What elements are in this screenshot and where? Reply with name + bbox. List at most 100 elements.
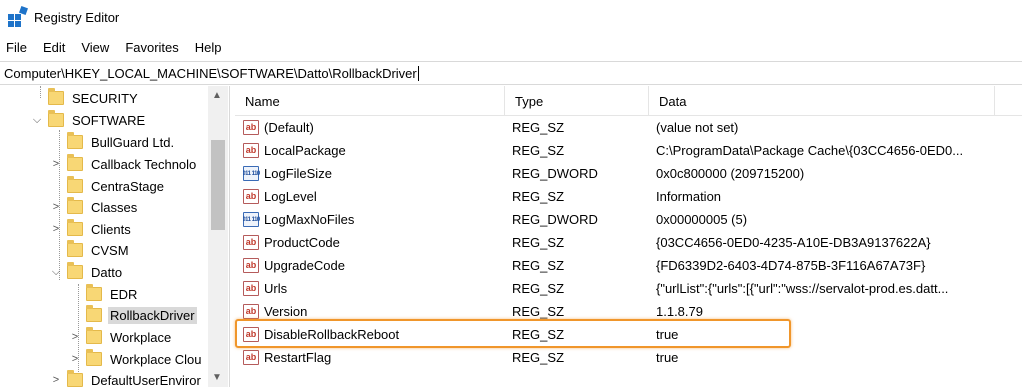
- value-name: LogLevel: [264, 189, 317, 204]
- binary-value-icon: 011 110: [243, 166, 260, 181]
- cell-type: REG_DWORD: [512, 212, 598, 227]
- tree-item-security[interactable]: SECURITY: [30, 87, 140, 109]
- folder-icon: [67, 132, 83, 149]
- table-row[interactable]: 011 110 LogFileSize REG_DWORD 0x0c800000 (2…: [235, 162, 1022, 185]
- tree-item-datto[interactable]: ⌵ Datto: [49, 261, 124, 283]
- folder-icon: [67, 197, 83, 214]
- chevron-right-icon[interactable]: >: [68, 330, 82, 344]
- folder-icon: [67, 176, 83, 193]
- value-name: Urls: [264, 281, 288, 296]
- tree-item-classes[interactable]: > Classes: [49, 196, 139, 218]
- tree-expander[interactable]: [68, 308, 82, 322]
- tree-expander[interactable]: [49, 243, 63, 257]
- scrollbar-thumb[interactable]: [211, 140, 225, 230]
- registry-editor-icon: [8, 6, 28, 27]
- tree-item-label-selected: RollbackDriver: [108, 306, 197, 324]
- tree-item-clients[interactable]: > Clients: [49, 218, 133, 240]
- tree-item-label: CentraStage: [91, 178, 164, 194]
- tree-expander[interactable]: [49, 135, 63, 149]
- highlight-annotation: [235, 319, 791, 348]
- menu-file[interactable]: File: [0, 40, 33, 55]
- cell-name: 011 110 LogMaxNoFiles: [243, 208, 505, 231]
- values-list[interactable]: Name Type Data ab (Default) REG_SZ (value n…: [235, 86, 1022, 387]
- column-header-data[interactable]: Data: [649, 86, 995, 116]
- key-tree[interactable]: SECURITY ⌵ SOFTWARE BullGuard Ltd. > Cal…: [0, 86, 230, 387]
- tree-item-rollbackdriver[interactable]: RollbackDriver: [68, 304, 197, 326]
- value-name: LogFileSize: [264, 166, 332, 181]
- table-row[interactable]: ab RestartFlag REG_SZ true: [235, 346, 1022, 369]
- menu-favorites[interactable]: Favorites: [119, 40, 184, 55]
- cell-type: REG_SZ: [512, 281, 565, 296]
- tree-item-software[interactable]: ⌵ SOFTWARE: [30, 109, 147, 131]
- tree-item-centrastage[interactable]: CentraStage: [49, 175, 166, 197]
- cell-type: REG_SZ: [512, 189, 565, 204]
- folder-icon: [67, 370, 83, 387]
- tree-item-defaultuserenvironment[interactable]: > DefaultUserEnviror: [49, 369, 203, 387]
- cell-name: ab LocalPackage: [243, 139, 505, 162]
- tree-item-workplace[interactable]: > Workplace: [68, 326, 173, 348]
- cell-data: true: [656, 350, 679, 365]
- column-header-name[interactable]: Name: [235, 86, 505, 116]
- tree-item-bullguard[interactable]: BullGuard Ltd.: [49, 131, 176, 153]
- cell-type: REG_SZ: [512, 258, 565, 273]
- chevron-right-icon[interactable]: >: [49, 157, 63, 171]
- scroll-up-icon[interactable]: ▲: [212, 90, 222, 101]
- folder-icon: [86, 327, 102, 344]
- table-row[interactable]: ab LocalPackage REG_SZ C:\ProgramData\Packa…: [235, 139, 1022, 162]
- folder-icon: [67, 262, 83, 279]
- chevron-down-icon[interactable]: ⌵: [30, 113, 44, 127]
- address-path[interactable]: Computer\HKEY_LOCAL_MACHINE\SOFTWARE\Dat…: [4, 66, 417, 81]
- menu-view[interactable]: View: [75, 40, 115, 55]
- table-row[interactable]: ab LogLevel REG_SZ Information: [235, 185, 1022, 208]
- string-value-icon: ab: [243, 281, 259, 296]
- cell-name: ab Urls: [243, 277, 505, 300]
- folder-icon: [67, 154, 83, 171]
- folder-icon: [86, 349, 102, 366]
- chevron-right-icon[interactable]: >: [49, 373, 63, 387]
- value-name: Version: [264, 304, 308, 319]
- column-header-type[interactable]: Type: [505, 86, 649, 116]
- tree-item-label: Datto: [91, 264, 123, 280]
- cell-data: C:\ProgramData\Package Cache\{03CC4656-0…: [656, 143, 964, 158]
- table-row[interactable]: ab Urls REG_SZ {"urlList":{"urls":[{"url":"…: [235, 277, 1022, 300]
- cell-data: {"urlList":{"urls":[{"url":"wss://serval…: [656, 281, 949, 296]
- chevron-right-icon[interactable]: >: [68, 352, 82, 366]
- tree-scrollbar[interactable]: ▲ ▼: [208, 86, 228, 387]
- tree-expander[interactable]: [30, 91, 44, 105]
- table-row[interactable]: ab ProductCode REG_SZ {03CC4656-0ED0-4235-A…: [235, 231, 1022, 254]
- tree-item-label: Clients: [91, 221, 131, 237]
- address-bar[interactable]: Computer\HKEY_LOCAL_MACHINE\SOFTWARE\Dat…: [0, 61, 1022, 85]
- table-row[interactable]: ab (Default) REG_SZ (value not set): [235, 116, 1022, 139]
- chevron-right-icon[interactable]: >: [49, 200, 63, 214]
- tree-item-label: CVSM: [91, 242, 129, 258]
- tree-expander[interactable]: [49, 179, 63, 193]
- value-name: RestartFlag: [264, 350, 332, 365]
- table-row[interactable]: ab UpgradeCode REG_SZ {FD6339D2-6403-4D74-8…: [235, 254, 1022, 277]
- table-row[interactable]: 011 110 LogMaxNoFiles REG_DWORD 0x00000005 …: [235, 208, 1022, 231]
- cell-type: REG_SZ: [512, 120, 565, 135]
- chevron-down-icon[interactable]: ⌵: [49, 265, 63, 279]
- tree-item-label: Workplace: [110, 329, 172, 345]
- string-value-icon: ab: [243, 235, 259, 250]
- scroll-down-icon[interactable]: ▼: [212, 372, 222, 383]
- menu-bar: File Edit View Favorites Help: [0, 36, 232, 58]
- tree-item-callback[interactable]: > Callback Technolo: [49, 153, 198, 175]
- cell-data: 0x0c800000 (209715200): [656, 166, 805, 181]
- chevron-right-icon[interactable]: >: [49, 222, 63, 236]
- cell-type: REG_SZ: [512, 235, 565, 250]
- tree-expander[interactable]: [68, 287, 82, 301]
- cell-data: {FD6339D2-6403-4D74-875B-3F116A67A73F}: [656, 258, 926, 273]
- value-name: LogMaxNoFiles: [264, 212, 355, 227]
- tree-item-workplace-cloud[interactable]: > Workplace Clou: [68, 348, 204, 370]
- cell-data: {03CC4656-0ED0-4235-A10E-DB3A9137622A}: [656, 235, 931, 250]
- folder-icon: [67, 240, 83, 257]
- menu-help[interactable]: Help: [189, 40, 228, 55]
- tree-item-edr[interactable]: EDR: [68, 283, 139, 305]
- tree-item-cvsm[interactable]: CVSM: [49, 239, 131, 261]
- tree-item-label: EDR: [110, 286, 138, 302]
- text-caret: [417, 65, 419, 81]
- folder-icon: [48, 88, 64, 105]
- tree-item-label: SECURITY: [72, 90, 138, 106]
- string-value-icon: ab: [243, 350, 259, 365]
- menu-edit[interactable]: Edit: [37, 40, 71, 55]
